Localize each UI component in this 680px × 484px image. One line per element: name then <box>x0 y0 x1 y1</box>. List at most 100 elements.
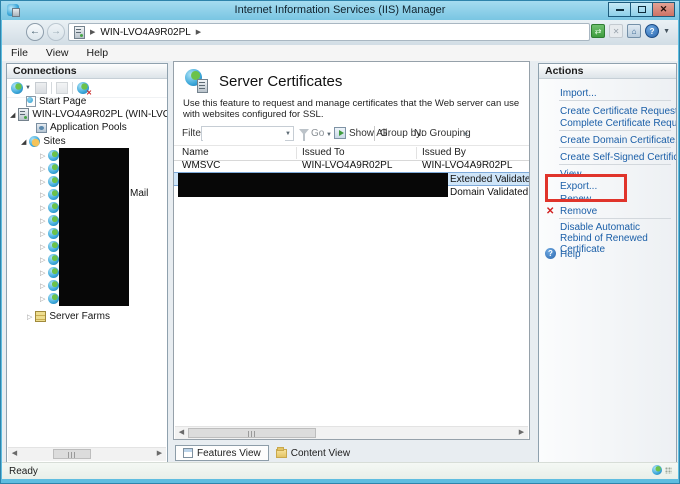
scrollbar-thumb[interactable] <box>188 428 316 438</box>
tree-item-site[interactable]: ▷ <box>40 214 60 227</box>
column-header-issued-by[interactable]: Issued By <box>422 147 466 158</box>
breadcrumb[interactable]: ▶ WIN-LVO4A9R02PL ▶ <box>68 23 590 41</box>
filter-input-combo[interactable]: ▼ <box>201 126 294 141</box>
menu-file[interactable]: File <box>2 47 37 59</box>
show-all-icon[interactable] <box>334 127 346 139</box>
expander-collapsed-icon[interactable]: ▷ <box>40 269 45 277</box>
tree-item-server[interactable]: ◢ WIN-LVO4A9R02PL (WIN-LVO4A9R02 <box>10 108 167 121</box>
expander-collapsed-icon[interactable]: ▷ <box>27 313 32 321</box>
scroll-left-icon[interactable]: ◀ <box>8 448 21 460</box>
help-dropdown-icon[interactable]: ▼ <box>663 28 670 35</box>
connections-panel: Connections ▼ Start Page ◢ WIN-LVO4A9R02… <box>6 63 168 463</box>
expander-collapsed-icon[interactable]: ▷ <box>40 204 45 212</box>
application-pools-icon <box>36 122 47 133</box>
filter-input[interactable] <box>203 128 285 141</box>
create-connection-icon[interactable] <box>11 82 23 94</box>
content-view-icon <box>275 446 287 458</box>
menu-bar: File View Help <box>2 45 678 62</box>
restart-icon[interactable]: ⇄ <box>591 24 606 38</box>
tab-content-view[interactable]: Content View <box>269 445 357 461</box>
actions-divider <box>559 218 671 219</box>
tree-item-site[interactable]: ▷ <box>40 175 60 188</box>
expander-collapsed-icon[interactable]: ▷ <box>40 256 45 264</box>
tab-features-view[interactable]: Features View <box>175 445 269 461</box>
server-icon <box>74 25 85 39</box>
tree-item-site[interactable]: ▷ <box>40 279 60 292</box>
tree-item-sites[interactable]: ◢ Sites <box>21 135 66 148</box>
filter-dropdown-icon[interactable]: ▼ <box>285 131 291 137</box>
connections-horizontal-scrollbar[interactable]: ◀ ▶ <box>8 447 166 461</box>
go-filter-icon[interactable] <box>299 129 309 141</box>
tree-item-site[interactable]: ▷ <box>40 188 60 201</box>
expander-collapsed-icon[interactable]: ▷ <box>40 165 45 173</box>
expander-collapsed-icon[interactable]: ▷ <box>40 282 45 290</box>
title-bar[interactable]: Internet Information Services (IIS) Mana… <box>1 1 679 20</box>
tree-label: Server Farms <box>49 311 110 322</box>
up-icon <box>55 82 68 94</box>
expander-collapsed-icon[interactable]: ▷ <box>40 178 45 186</box>
remove-x-icon: ✕ <box>546 206 555 217</box>
redaction-overlay <box>59 148 129 306</box>
tree-item-server-farms[interactable]: ▷ Server Farms <box>27 310 110 323</box>
column-header-issued-to[interactable]: Issued To <box>302 147 345 158</box>
back-button[interactable]: ← <box>26 23 44 41</box>
menu-view[interactable]: View <box>37 47 78 59</box>
tree-item-site[interactable]: ▷ <box>40 162 60 175</box>
expander-collapsed-icon[interactable]: ▷ <box>40 152 45 160</box>
tree-item-site[interactable]: ▷ <box>40 266 60 279</box>
connection-dropdown-icon[interactable]: ▼ <box>25 85 31 91</box>
scroll-right-icon[interactable]: ▶ <box>515 427 528 439</box>
action-remove[interactable]: Remove <box>560 206 597 217</box>
close-button[interactable]: ✕ <box>652 2 675 17</box>
delete-connection-icon[interactable] <box>76 82 92 97</box>
tree-item-site[interactable]: ▷ <box>40 253 60 266</box>
tree-item-start-page[interactable]: Start Page <box>26 95 86 108</box>
start-page-icon <box>26 96 36 107</box>
expander-collapsed-icon[interactable]: ▷ <box>40 191 45 199</box>
site-globe-icon <box>48 202 60 213</box>
action-create-certificate-request[interactable]: Create Certificate Request... <box>560 106 676 117</box>
menu-help[interactable]: Help <box>78 47 118 59</box>
home-icon[interactable]: ⌂ <box>627 24 642 38</box>
breadcrumb-arrow-icon[interactable]: ▶ <box>90 28 95 36</box>
tab-label: Features View <box>197 447 261 459</box>
scroll-right-icon[interactable]: ▶ <box>153 448 166 460</box>
tree-item-site[interactable]: ▷ <box>40 292 60 305</box>
breadcrumb-arrow-icon[interactable]: ▶ <box>196 28 201 36</box>
tree-item-site[interactable]: ▷ <box>40 149 60 162</box>
expander-collapsed-icon[interactable]: ▷ <box>40 217 45 225</box>
action-create-self-signed-certificate[interactable]: Create Self-Signed Certificate... <box>560 152 676 163</box>
group-by-dropdown-icon[interactable]: ▼ <box>463 132 469 138</box>
expander-collapsed-icon[interactable]: ▷ <box>40 230 45 238</box>
column-header-name[interactable]: Name <box>182 147 209 158</box>
scrollbar-thumb[interactable] <box>53 449 91 459</box>
column-divider[interactable] <box>416 147 417 159</box>
column-divider[interactable] <box>296 147 297 159</box>
tree-item-application-pools[interactable]: Application Pools <box>36 121 127 134</box>
tree-item-site[interactable]: ▷ <box>40 227 60 240</box>
scroll-left-icon[interactable]: ◀ <box>175 427 188 439</box>
action-create-domain-certificate[interactable]: Create Domain Certificate... <box>560 135 676 146</box>
feature-horizontal-scrollbar[interactable]: ◀ ▶ <box>175 426 528 439</box>
tab-label: Content View <box>290 447 351 459</box>
expander-expanded-icon[interactable]: ◢ <box>10 111 15 119</box>
resize-grip[interactable] <box>665 466 672 474</box>
tree-item-site[interactable]: ▷ <box>40 240 60 253</box>
breadcrumb-server[interactable]: WIN-LVO4A9R02PL <box>100 27 190 38</box>
action-complete-certificate-request[interactable]: Complete Certificate Request... <box>560 118 676 129</box>
minimize-button[interactable] <box>608 2 631 17</box>
action-help[interactable]: Help <box>560 249 581 260</box>
tree-item-site[interactable]: ▷ <box>40 201 60 214</box>
server-node-icon <box>18 108 30 121</box>
table-row[interactable]: WMSVC WIN-LVO4A9R02PL WIN-LVO4A9R02PL <box>174 159 529 172</box>
expander-collapsed-icon[interactable]: ▷ <box>40 243 45 251</box>
go-button[interactable]: Go <box>311 128 324 139</box>
actions-divider <box>559 147 671 148</box>
forward-button[interactable]: → <box>47 23 65 41</box>
maximize-button[interactable] <box>630 2 653 17</box>
expander-expanded-icon[interactable]: ◢ <box>21 138 26 146</box>
toolbar-divider <box>374 126 375 141</box>
expander-collapsed-icon[interactable]: ▷ <box>40 295 45 303</box>
help-icon[interactable]: ? <box>645 24 660 38</box>
action-import[interactable]: Import... <box>560 88 597 99</box>
